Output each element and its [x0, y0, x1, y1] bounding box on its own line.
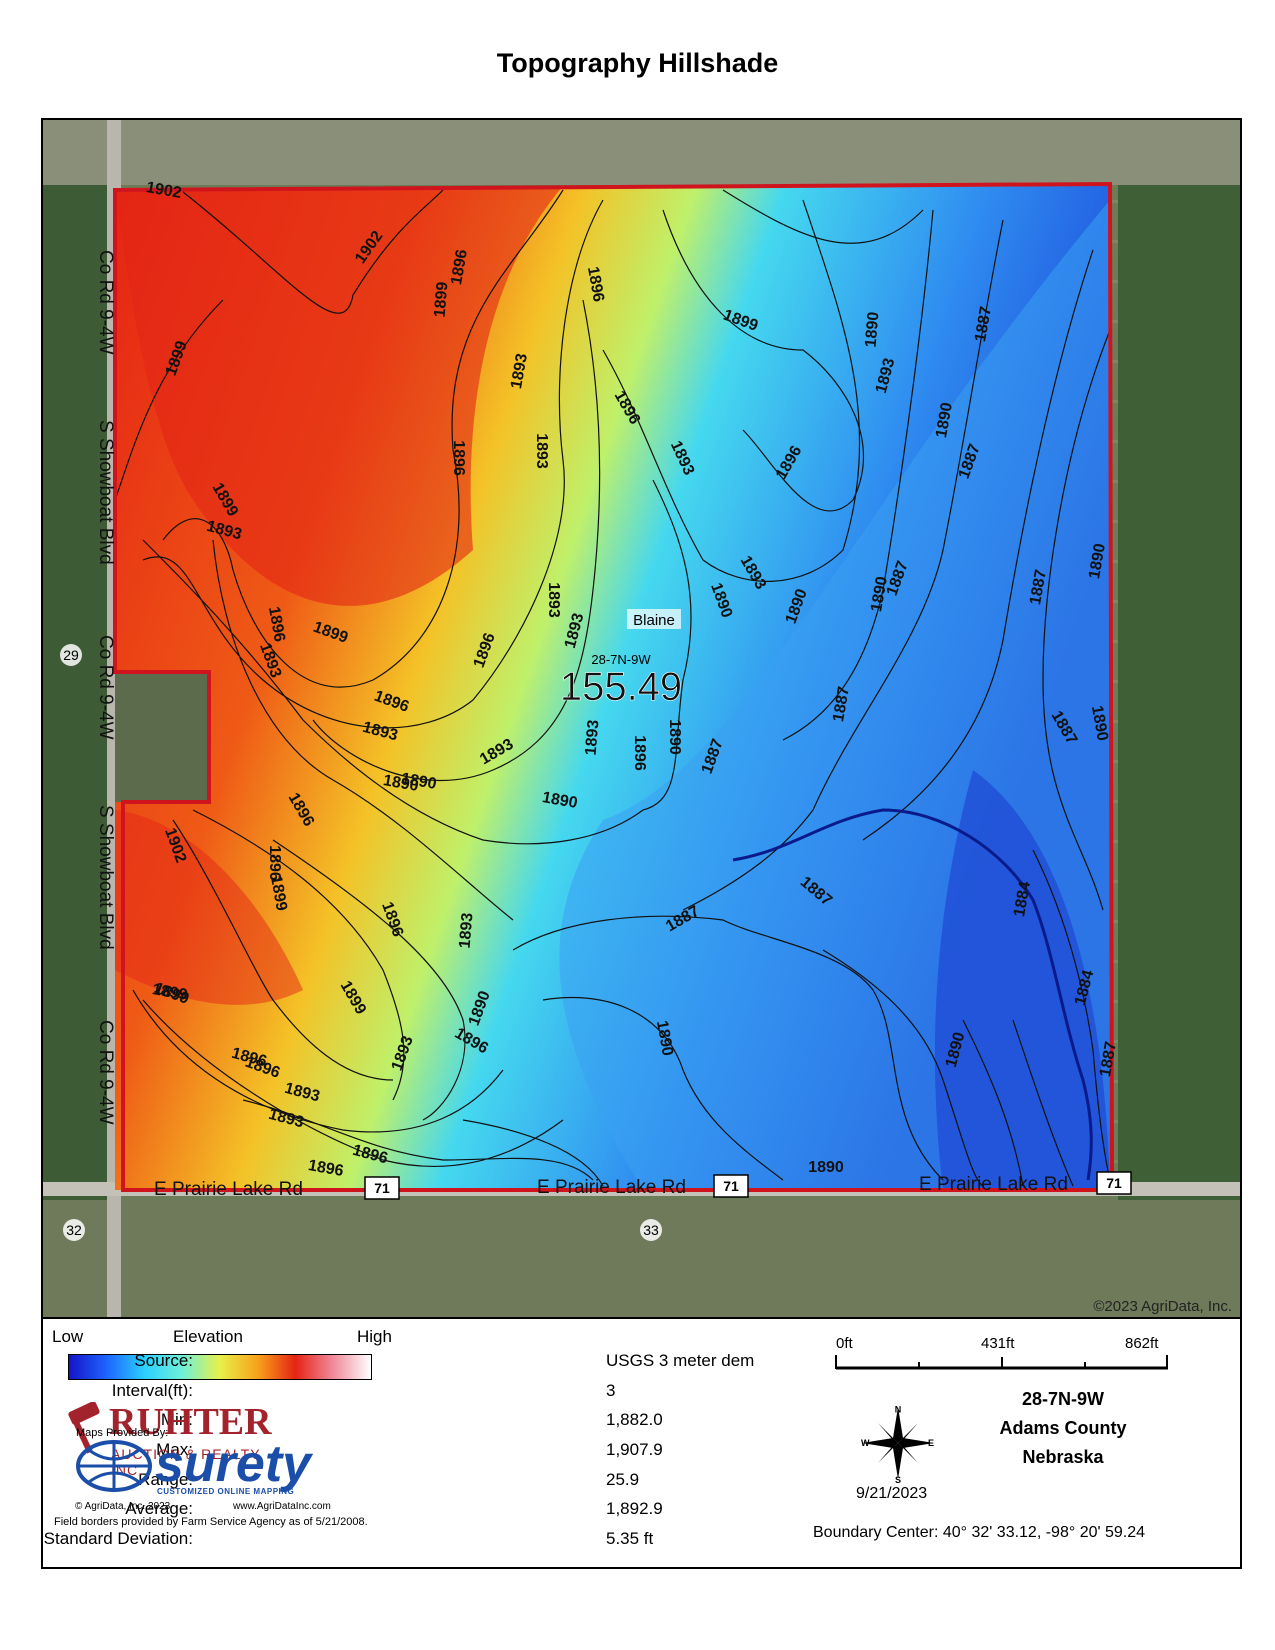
road-label: S Showboat Blvd — [95, 420, 116, 565]
aerial-north-field — [43, 120, 1240, 185]
surety-logo: surety CUSTOMIZED ONLINE MAPPING — [75, 1435, 345, 1496]
road-label: E Prairie Lake Rd — [919, 1174, 1068, 1195]
scale-bar: 0ft 431ft 862ft — [833, 1335, 1173, 1375]
contour-label: 1896 — [631, 735, 648, 771]
contour-label: 1893 — [582, 719, 602, 756]
map-date: 9/21/2023 — [856, 1485, 928, 1502]
road-label: S Showboat Blvd — [95, 805, 116, 950]
aerial-south-field — [43, 1200, 1240, 1317]
scale-bar-graphic — [835, 1355, 1168, 1370]
highway-shield-label: 71 — [1106, 1175, 1122, 1191]
contour-label: 1890 — [808, 1159, 844, 1176]
fsa-note: Field borders provided by Farm Service A… — [54, 1516, 368, 1528]
surety-tagline: CUSTOMIZED ONLINE MAPPING — [157, 1487, 295, 1496]
stat-value: USGS 3 meter dem — [606, 1351, 755, 1370]
location-county: Adams County — [999, 1418, 1127, 1438]
legend-low-label: Low — [52, 1327, 84, 1346]
stat-value: 25.9 — [606, 1470, 640, 1489]
contour-label: 1893 — [456, 912, 476, 949]
north-arrow: N S W E — [858, 1403, 938, 1485]
highway-shield-label: 71 — [723, 1178, 739, 1194]
township-label: Blaine — [633, 612, 675, 629]
stat-label: Source: — [134, 1351, 193, 1370]
location-state: Nebraska — [1022, 1447, 1104, 1467]
highway-shield-label: 71 — [374, 1180, 390, 1196]
road-label: E Prairie Lake Rd — [537, 1177, 686, 1198]
contour-label: 1893 — [533, 433, 550, 469]
compass-e: E — [928, 1438, 934, 1448]
stat-value: 5.35 ft — [606, 1529, 654, 1548]
aerial-east-field — [1118, 185, 1240, 1200]
stat-label: Standard Deviation: — [43, 1529, 193, 1548]
agridata-copyright: © AgriData, Inc. 2023 — [75, 1501, 171, 1512]
contour-label: 1896 — [450, 440, 467, 476]
stat-value: 1,892.9 — [606, 1499, 663, 1518]
compass-s: S — [895, 1475, 901, 1483]
contour-label: 1890 — [666, 719, 683, 755]
map-copyright: ©2023 AgriData, Inc. — [1093, 1298, 1232, 1315]
location-section: 28-7N-9W — [1021, 1389, 1105, 1409]
stat-value: 1,907.9 — [606, 1440, 663, 1459]
road-label: Co Rd 9-4W — [95, 635, 116, 740]
map-canvas[interactable]: 1902190218991896 189618991893189018931887… — [43, 120, 1240, 1317]
contour-label: 1896 — [266, 845, 283, 881]
section-number: 29 — [63, 647, 79, 663]
road-label: E Prairie Lake Rd — [154, 1179, 303, 1200]
farmstead — [115, 670, 207, 802]
compass-n: N — [895, 1404, 902, 1414]
globe-icon — [76, 1440, 152, 1492]
page-title: Topography Hillshade — [496, 48, 779, 78]
acres-label: 155.49 — [560, 665, 682, 709]
section-number: 32 — [66, 1222, 82, 1238]
stat-value: 3 — [606, 1381, 616, 1400]
map-panel[interactable]: 1902 1902 1899 1896 1896 1899 1893 1890 1893 1887… — [41, 118, 1242, 1319]
road-label: Co Rd 9-4W — [95, 1020, 116, 1125]
agridata-website: www.AgriDataInc.com — [233, 1501, 331, 1512]
section-number: 33 — [643, 1222, 659, 1238]
compass-w: W — [861, 1438, 870, 1448]
legend-high-label: High — [357, 1327, 392, 1346]
contour-label: 1893 — [545, 582, 562, 618]
stat-value: 1,882.0 — [606, 1410, 663, 1429]
legend-panel: Low Elevation High Source: USGS 3 meter d… — [41, 1315, 1242, 1569]
contour-label: 1899 — [431, 281, 451, 318]
legend-elevation-label: Elevation — [173, 1327, 243, 1346]
elevation-color-ramp — [68, 1354, 372, 1380]
contour-label: 1890 — [862, 311, 882, 348]
boundary-center: Boundary Center: 40° 32' 33.12, -98° 20'… — [813, 1524, 1146, 1541]
road-label: Co Rd 9-4W — [95, 250, 116, 355]
compass-icon: N S W E — [861, 1404, 934, 1485]
location-block: 28-7N-9W Adams County Nebraska — [983, 1385, 1143, 1472]
surety-wordmark: surety — [155, 1435, 312, 1493]
